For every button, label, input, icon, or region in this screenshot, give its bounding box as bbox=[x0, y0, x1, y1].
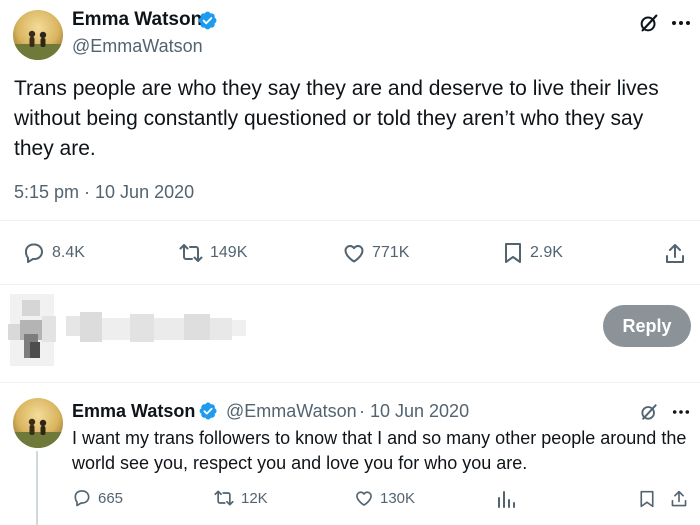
more-icon[interactable] bbox=[668, 400, 694, 424]
retweet-action[interactable]: 12K bbox=[213, 488, 268, 508]
reply-icon bbox=[25, 243, 43, 263]
retweet-icon bbox=[214, 490, 234, 506]
bookmark-icon bbox=[505, 243, 521, 263]
bookmark-action[interactable]: 2.9K bbox=[502, 241, 563, 265]
blurred-composer-placeholder bbox=[66, 312, 246, 346]
like-count: 130K bbox=[380, 489, 416, 507]
divider bbox=[0, 220, 700, 221]
reply-date[interactable]: · 10 Jun 2020 bbox=[359, 401, 469, 422]
bookmark-count: 2.9K bbox=[530, 244, 563, 261]
main-author-handle[interactable]: @EmmaWatson bbox=[72, 36, 203, 57]
like-count: 771K bbox=[372, 244, 410, 261]
like-icon bbox=[356, 491, 372, 506]
main-tweet-text: Trans people are who they say they are a… bbox=[14, 77, 659, 160]
reply-count: 665 bbox=[98, 489, 124, 507]
divider bbox=[0, 382, 700, 383]
main-avatar[interactable] bbox=[13, 10, 63, 60]
grok-icon[interactable] bbox=[636, 10, 662, 36]
retweet-action[interactable]: 149K bbox=[178, 241, 247, 265]
main-author-name[interactable]: Emma Watson bbox=[72, 9, 202, 31]
blurred-composer-avatar bbox=[0, 294, 62, 366]
share-icon[interactable] bbox=[668, 488, 690, 510]
divider bbox=[0, 284, 700, 285]
more-icon[interactable] bbox=[668, 10, 694, 36]
like-icon bbox=[344, 245, 364, 263]
reply-count: 8.4K bbox=[52, 244, 85, 261]
reply-action[interactable]: 665 bbox=[72, 488, 123, 508]
reply-tweet-text: I want my trans followers to know that I… bbox=[72, 428, 687, 473]
reply-button[interactable]: Reply bbox=[603, 305, 691, 347]
share-icon[interactable] bbox=[662, 241, 688, 267]
retweet-count: 149K bbox=[210, 244, 248, 261]
views-icon[interactable] bbox=[494, 488, 518, 510]
reply-author-handle[interactable]: @EmmaWatson bbox=[226, 401, 357, 422]
like-action[interactable]: 771K bbox=[342, 241, 409, 265]
reply-author-name[interactable]: Emma Watson bbox=[72, 401, 195, 422]
retweet-icon bbox=[179, 244, 203, 262]
main-tweet-timestamp[interactable]: 5:15 pm · 10 Jun 2020 bbox=[14, 182, 194, 203]
retweet-count: 12K bbox=[241, 489, 268, 507]
bookmark-icon[interactable] bbox=[636, 488, 658, 510]
verified-badge-icon bbox=[198, 11, 217, 30]
reply-action[interactable]: 8.4K bbox=[22, 241, 85, 265]
thread-line bbox=[36, 451, 38, 525]
reply-avatar[interactable] bbox=[13, 398, 63, 448]
like-action[interactable]: 130K bbox=[354, 488, 415, 508]
grok-icon[interactable] bbox=[636, 400, 662, 424]
verified-badge-icon bbox=[199, 402, 217, 420]
reply-icon bbox=[74, 490, 90, 507]
